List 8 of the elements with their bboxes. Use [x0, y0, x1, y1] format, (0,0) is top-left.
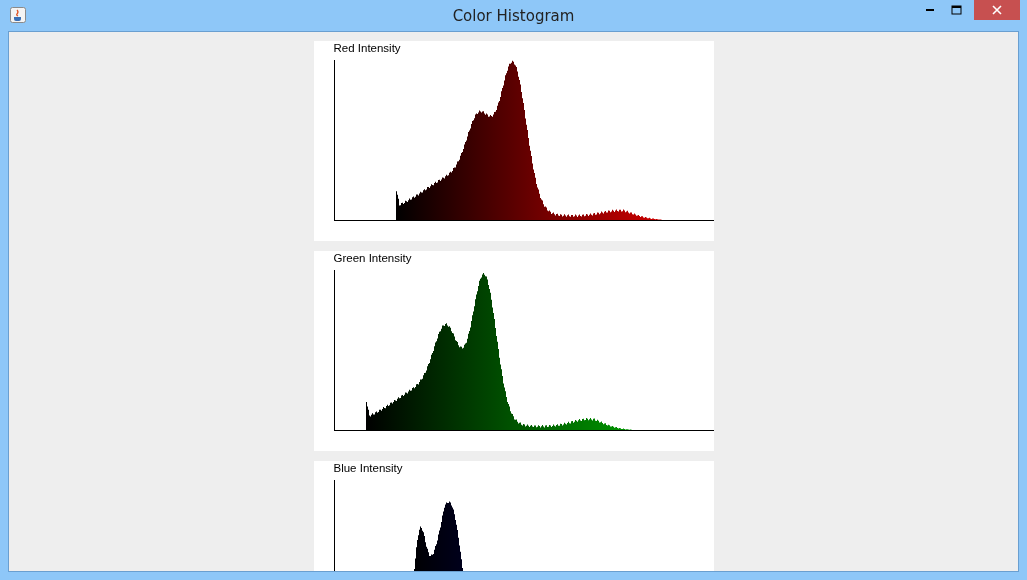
histogram-title: Red Intensity [333, 42, 402, 56]
window-title: Color Histogram [452, 6, 575, 25]
histogram-title: Green Intensity [333, 252, 413, 266]
app-icon [10, 7, 26, 23]
close-icon [992, 5, 1002, 15]
minimize-icon [925, 9, 934, 11]
maximize-icon [951, 5, 962, 15]
histogram-title: Blue Intensity [333, 462, 404, 476]
